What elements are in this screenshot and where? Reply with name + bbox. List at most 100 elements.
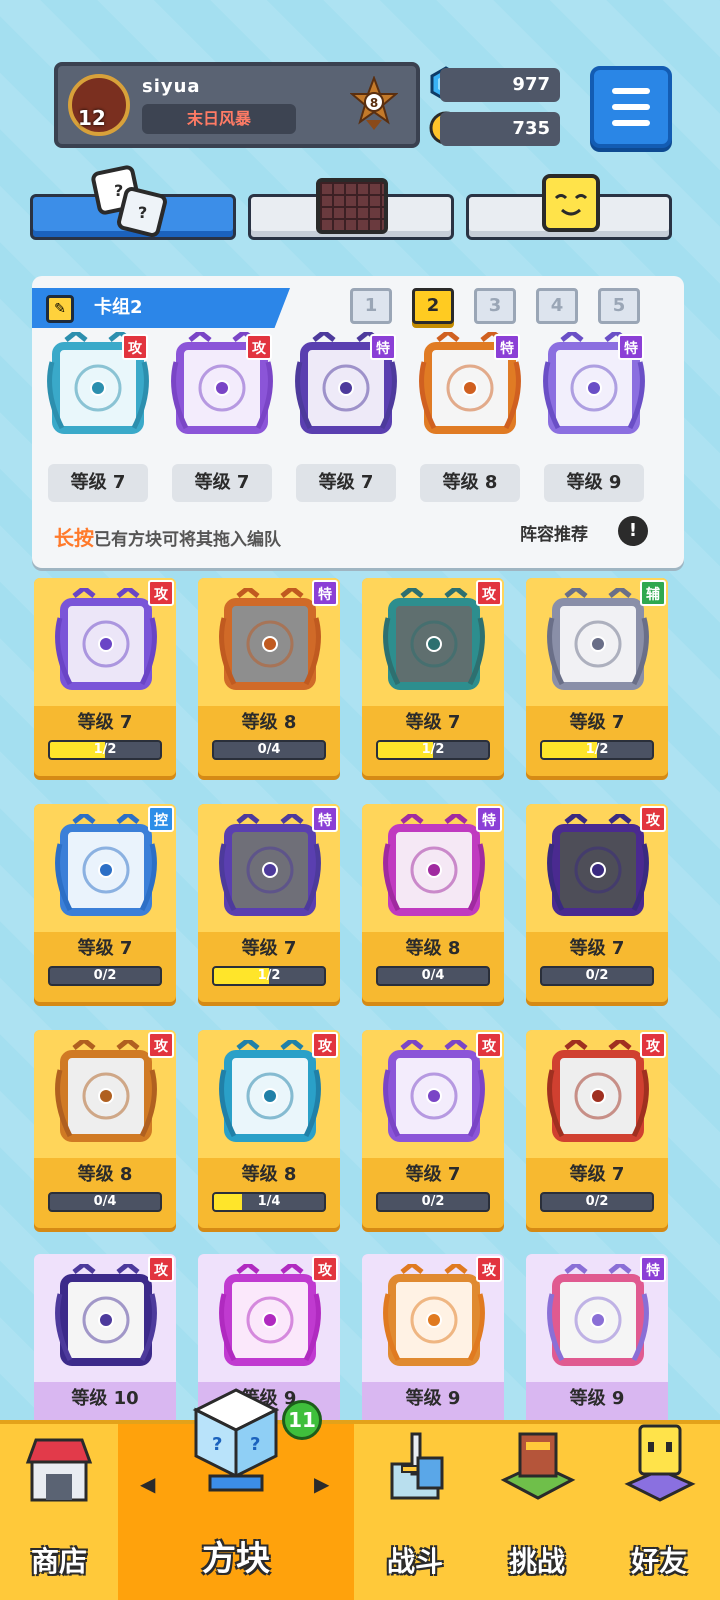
block-card[interactable]: 攻 等级 7 0/2 [526, 1030, 668, 1228]
blocks-notification-badge: 11 [282, 1400, 322, 1440]
card-level: 等级 8 [405, 938, 461, 959]
nav-challenge[interactable]: 挑战 [476, 1424, 598, 1600]
card-level: 等级 8 [77, 1164, 133, 1185]
card-type-badge: 攻 [122, 334, 148, 360]
bottom-nav: 商店 ◀ ▶ ?? 方块 战斗 挑战 好友 [0, 1388, 720, 1600]
block-card[interactable]: 特 等级 7 1/2 [198, 804, 340, 1002]
svg-text:?: ? [212, 1434, 222, 1455]
block-card[interactable]: 攻 等级 10 [34, 1254, 176, 1452]
card-progress-bar: 0/2 [48, 966, 162, 986]
card-level: 等级 7 [569, 938, 625, 959]
card-level: 等级 8 [241, 712, 297, 733]
card-level: 等级 7 [77, 938, 133, 959]
block-card[interactable]: 攻 等级 9 [362, 1254, 504, 1452]
nav-blocks[interactable]: ◀ ▶ ?? 方块 [118, 1388, 354, 1600]
block-card[interactable]: 攻 等级 8 0/4 [34, 1030, 176, 1228]
deck-card[interactable]: 攻 [170, 328, 274, 434]
card-progress-bar: 1/2 [376, 740, 490, 760]
svg-text:?: ? [138, 203, 147, 222]
card-progress-bar: 1/2 [48, 740, 162, 760]
deck-number-2[interactable]: 2 [412, 288, 454, 324]
block-card[interactable]: 攻 等级 7 0/2 [362, 1030, 504, 1228]
card-level: 等级 7 [569, 1164, 625, 1185]
block-art-icon [382, 1260, 486, 1372]
shop-icon [22, 1432, 96, 1506]
block-card[interactable]: 特 等级 8 0/4 [198, 578, 340, 776]
deck-card[interactable]: 特 [542, 328, 646, 434]
profile-panel[interactable]: 12 siyua 末日风暴 8 [54, 62, 420, 148]
card-type-badge: 控 [148, 806, 174, 832]
arrow-right-icon[interactable]: ▶ [314, 1472, 329, 1496]
deck-card[interactable]: 特 [418, 328, 522, 434]
card-type-badge: 攻 [148, 1032, 174, 1058]
deck-number-5[interactable]: 5 [598, 288, 640, 324]
nav-battle[interactable]: 战斗 [354, 1424, 476, 1600]
deck-card-level: 等级 8 [420, 464, 520, 502]
challenge-icon [498, 1424, 578, 1504]
card-progress-bar: 0/4 [376, 966, 490, 986]
hint-highlight: 长按 [54, 526, 94, 550]
card-progress-bar: 0/4 [212, 740, 326, 760]
friends-icon [622, 1420, 698, 1504]
nav-shop-label: 商店 [30, 1545, 87, 1578]
deck-card[interactable]: 特 [294, 328, 398, 434]
arrow-left-icon[interactable]: ◀ [140, 1472, 155, 1496]
card-progress-text: 0/4 [257, 742, 281, 757]
block-art-icon [54, 810, 158, 922]
block-card[interactable]: 攻 等级 7 1/2 [362, 578, 504, 776]
nav-shop[interactable]: 商店 [0, 1424, 118, 1600]
block-art-icon [382, 584, 486, 696]
info-icon[interactable]: ! [618, 516, 648, 546]
card-progress-bar: 0/2 [540, 966, 654, 986]
block-art-icon [54, 1036, 158, 1148]
block-art-icon [218, 810, 322, 922]
card-level: 等级 7 [77, 712, 133, 733]
block-card[interactable]: 攻 等级 8 1/4 [198, 1030, 340, 1228]
block-art-icon [54, 584, 158, 696]
deck-card-level: 等级 7 [48, 464, 148, 502]
block-art-icon [546, 1260, 650, 1372]
nav-blocks-label: 方块 [202, 1539, 270, 1579]
block-card[interactable]: 攻 等级 7 0/2 [526, 804, 668, 1002]
card-progress-text: 0/2 [421, 1194, 445, 1209]
block-art-icon [546, 1036, 650, 1148]
gem-count: 977 [440, 68, 560, 102]
nav-challenge-label: 挑战 [508, 1545, 565, 1578]
menu-button[interactable] [590, 66, 672, 148]
card-type-badge: 特 [494, 334, 520, 360]
smiley-icon [542, 174, 600, 232]
block-card[interactable]: 特 等级 8 0/4 [362, 804, 504, 1002]
card-progress-bar: 1/4 [212, 1192, 326, 1212]
pencil-icon[interactable]: ✎ [46, 295, 74, 323]
block-icon: ?? [188, 1384, 284, 1494]
deck-number-3[interactable]: 3 [474, 288, 516, 324]
block-art-icon [546, 584, 650, 696]
card-type-badge: 攻 [476, 1032, 502, 1058]
card-level: 等级 10 [71, 1388, 139, 1409]
card-type-badge: 特 [476, 806, 502, 832]
nav-friends-label: 好友 [630, 1545, 687, 1578]
card-progress-text: 0/2 [585, 1194, 609, 1209]
menu-icon-line [612, 120, 650, 126]
block-art-icon [218, 584, 322, 696]
block-card[interactable]: 控 等级 7 0/2 [34, 804, 176, 1002]
svg-text:?: ? [114, 181, 123, 200]
card-type-badge: 攻 [312, 1032, 338, 1058]
card-level: 等级 7 [569, 712, 625, 733]
block-card[interactable]: 辅 等级 7 1/2 [526, 578, 668, 776]
deck-number-4[interactable]: 4 [536, 288, 578, 324]
card-type-badge: 特 [370, 334, 396, 360]
lineup-recommend-button[interactable]: 阵容推荐 [520, 520, 588, 545]
avatar[interactable]: 12 [68, 74, 130, 136]
card-progress-text: 1/2 [257, 968, 281, 983]
nav-friends[interactable]: 好友 [598, 1424, 720, 1600]
block-card[interactable]: 攻 等级 7 1/2 [34, 578, 176, 776]
rank-star-icon[interactable]: 8 [349, 75, 399, 132]
card-level: 等级 7 [405, 712, 461, 733]
deck-card-level: 等级 7 [172, 464, 272, 502]
deck-card-level: 等级 7 [296, 464, 396, 502]
player-title: 末日风暴 [142, 104, 296, 134]
deck-number-1[interactable]: 1 [350, 288, 392, 324]
block-art-icon [54, 1260, 158, 1372]
deck-card[interactable]: 攻 [46, 328, 150, 434]
